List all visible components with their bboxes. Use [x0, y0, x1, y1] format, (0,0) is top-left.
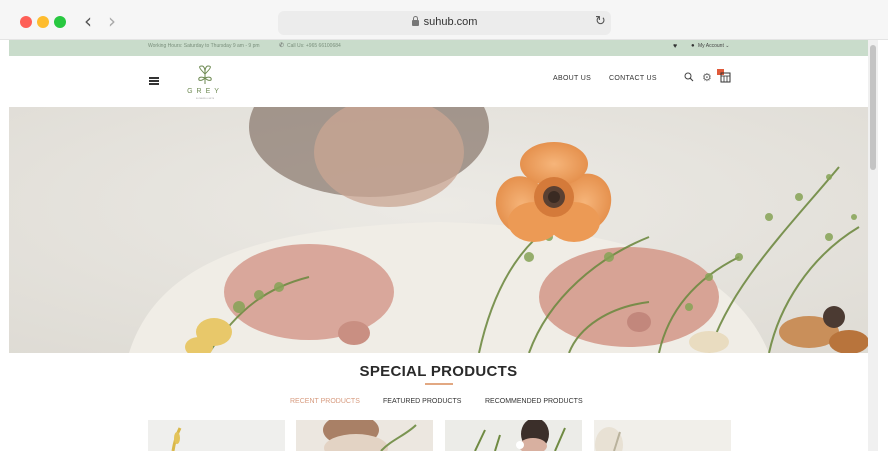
working-hours-text: Working Hours: Saturday to Thursday 9 am… [148, 43, 260, 49]
address-bar[interactable]: suhub.com [278, 11, 611, 35]
product-image [323, 420, 417, 451]
minimize-window-button[interactable] [37, 16, 49, 28]
product-image [595, 427, 623, 451]
product-image [474, 420, 566, 451]
phone-icon: ✆ [279, 43, 285, 49]
url-text: suhub.com [423, 16, 478, 28]
tab-recommended-products[interactable]: RECOMMENDED PRODUCTS [485, 398, 583, 405]
florist-arranging-flowers-image [9, 107, 868, 353]
site-logo[interactable]: GREY FLOWERS & GIFTS [183, 64, 227, 104]
product-card[interactable] [296, 420, 433, 451]
reload-icon[interactable]: ↻ [595, 14, 606, 29]
nav-contact-us[interactable]: CONTACT US [609, 75, 657, 82]
chevron-right-icon[interactable]: › [108, 11, 116, 31]
user-icon: ● [691, 43, 695, 49]
search-icon[interactable] [684, 72, 694, 82]
heart-icon[interactable]: ♥ [673, 42, 677, 52]
nav-about-us[interactable]: ABOUT US [553, 75, 591, 82]
settings-icon[interactable]: ⚙ [702, 71, 712, 84]
heading-underline [425, 383, 453, 385]
cart-icon[interactable] [717, 69, 731, 83]
my-account-dropdown[interactable]: My Account ⌄ [698, 43, 729, 49]
chevron-left-icon[interactable]: ‹ [84, 11, 92, 31]
close-window-button[interactable] [20, 16, 32, 28]
menu-icon[interactable] [149, 77, 159, 85]
phone-number-link[interactable]: Call Us: +965 66100684 [287, 43, 341, 49]
product-card[interactable] [445, 420, 582, 451]
tab-featured-products[interactable]: FEATURED PRODUCTS [383, 398, 461, 405]
logo-wordmark: GREY [187, 88, 223, 95]
product-card[interactable] [594, 420, 731, 451]
lock-icon [411, 16, 419, 26]
product-card[interactable] [148, 420, 285, 451]
tab-recent-products[interactable]: RECENT PRODUCTS [290, 398, 360, 405]
browser-toolbar: ‹ › suhub.com ↻ [0, 0, 888, 40]
special-products-heading: SPECIAL PRODUCTS [359, 363, 518, 380]
product-image [171, 427, 182, 451]
logo-tagline: FLOWERS & GIFTS [195, 98, 215, 100]
scrollbar-thumb[interactable] [870, 45, 876, 170]
browser-window: ‹ › suhub.com ↻ Working Hours: Saturday … [0, 0, 888, 451]
hero-banner-image [9, 107, 868, 353]
maximize-window-button[interactable] [54, 16, 66, 28]
top-info-bar: Working Hours: Saturday to Thursday 9 am… [9, 40, 868, 56]
page-scrollbar[interactable] [868, 40, 878, 451]
site-header: GREY FLOWERS & GIFTS ABOUT US CONTACT US… [9, 56, 868, 107]
flower-logo-icon [198, 65, 212, 84]
my-account-label: My Account [698, 43, 724, 49]
